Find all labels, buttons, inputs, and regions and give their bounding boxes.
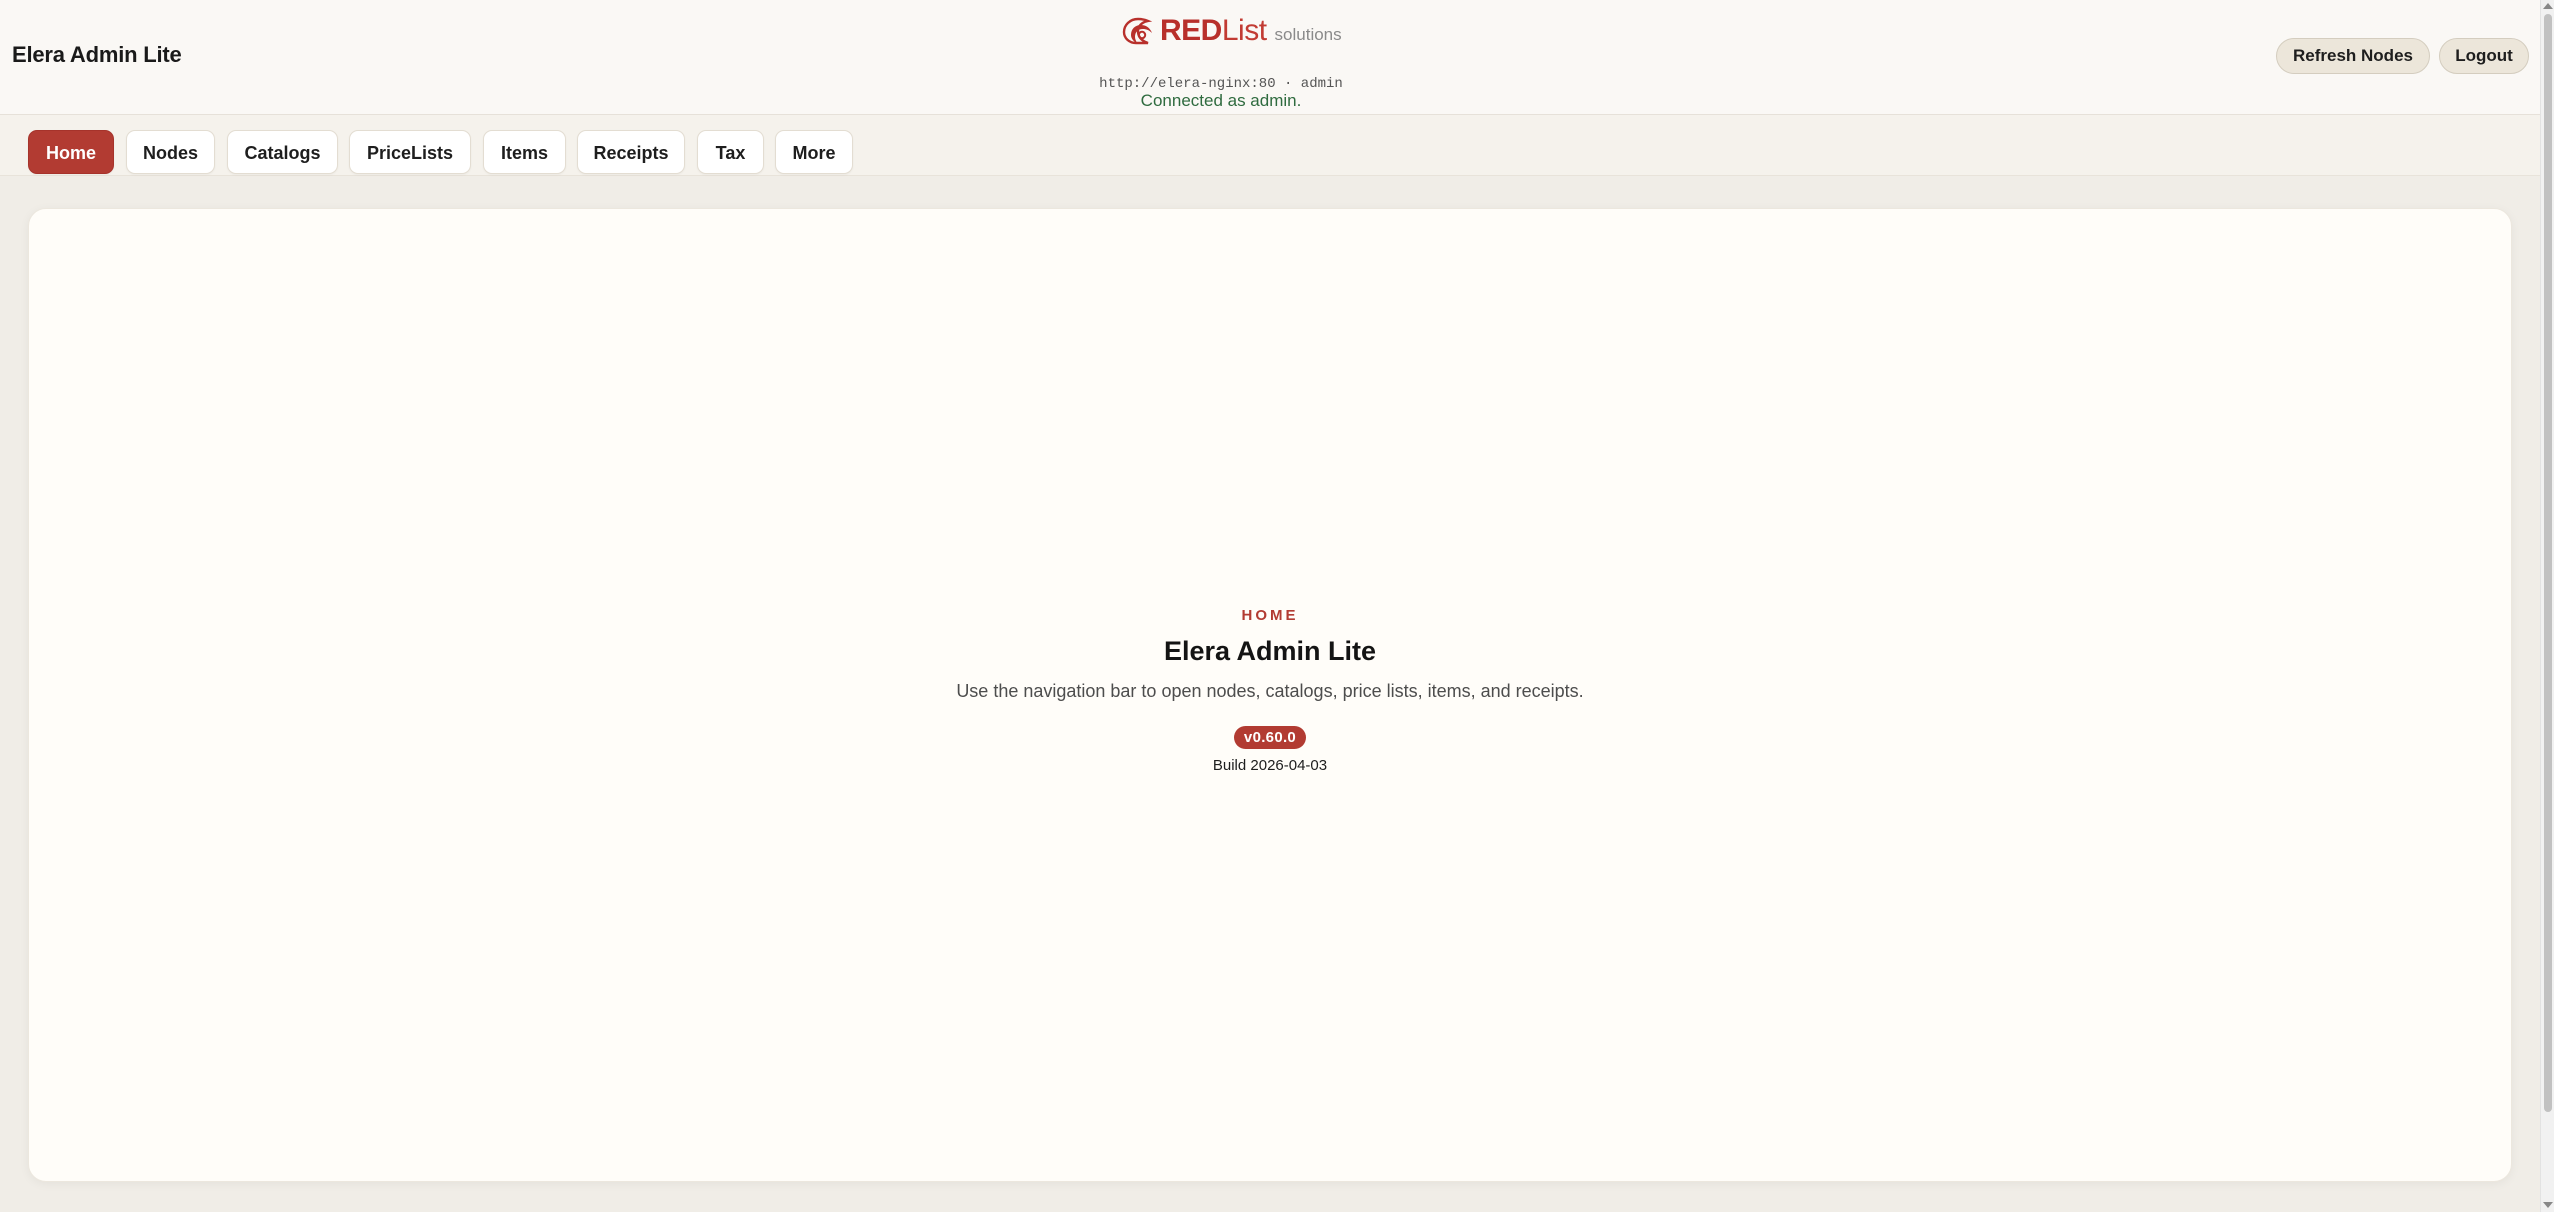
tab-more[interactable]: More <box>775 130 853 174</box>
section-eyebrow: HOME <box>1241 607 1299 624</box>
tab-nodes[interactable]: Nodes <box>126 130 215 174</box>
scrollbar-thumb[interactable] <box>2544 14 2552 1112</box>
brand-logo: REDList solutions <box>1122 14 1342 48</box>
tab-receipts[interactable]: Receipts <box>577 130 685 174</box>
connection-url: http://elera-nginx:80 · admin <box>1099 76 1343 92</box>
brand-list-text: List <box>1221 14 1267 47</box>
page-description: Use the navigation bar to open nodes, ca… <box>956 681 1584 701</box>
brand-red-text: RED <box>1160 14 1222 47</box>
main-nav: Home Nodes Catalogs PriceLists Items Rec… <box>0 115 2540 176</box>
tab-home[interactable]: Home <box>28 130 114 174</box>
build-info: Build 2026-04-03 <box>1212 757 1328 774</box>
version-badge: v0.60.0 <box>1233 726 1307 749</box>
vertical-scrollbar[interactable] <box>2540 0 2554 1212</box>
home-content: HOME Elera Admin Lite Use the navigation… <box>29 607 2511 774</box>
home-panel: HOME Elera Admin Lite Use the navigation… <box>28 208 2512 1182</box>
tab-pricelists[interactable]: PriceLists <box>349 130 471 174</box>
brand-wordmark: REDList <box>1160 14 1267 48</box>
top-header: Elera Admin Lite REDList solutions http:… <box>0 0 2540 115</box>
logout-button[interactable]: Logout <box>2439 38 2529 74</box>
tab-tax[interactable]: Tax <box>697 130 764 174</box>
tab-items[interactable]: Items <box>483 130 566 174</box>
brand-solutions-text: solutions <box>1274 25 1342 44</box>
redlist-logo-icon <box>1122 17 1153 45</box>
scroll-down-arrow-icon[interactable] <box>2543 1202 2553 1208</box>
scroll-up-arrow-icon[interactable] <box>2543 3 2553 9</box>
page-title: Elera Admin Lite <box>1163 636 1377 666</box>
app-title: Elera Admin Lite <box>12 42 182 67</box>
app-window: Elera Admin Lite REDList solutions http:… <box>0 0 2554 1212</box>
refresh-nodes-button[interactable]: Refresh Nodes <box>2276 38 2430 74</box>
tab-catalogs[interactable]: Catalogs <box>227 130 338 174</box>
connection-status: Connected as admin. <box>1140 91 1302 110</box>
